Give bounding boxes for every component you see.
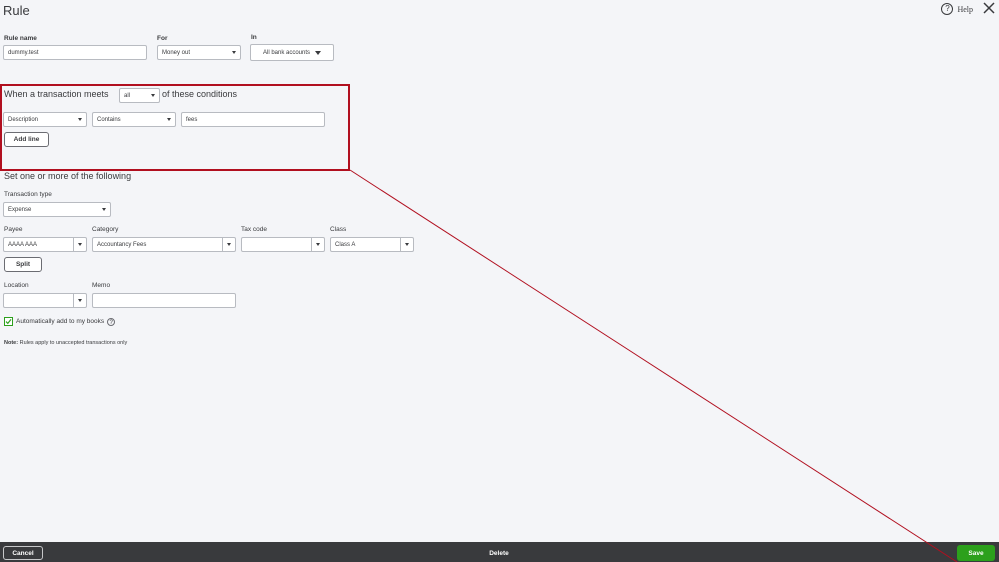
match-select[interactable]: all (119, 88, 160, 103)
in-select[interactable]: All bank accounts (250, 44, 334, 61)
condition-field-value: Description (8, 116, 39, 123)
note-text: Rules apply to unaccepted transactions o… (18, 340, 128, 346)
info-icon[interactable]: ? (107, 317, 116, 326)
for-select[interactable]: Money out (157, 45, 241, 60)
location-dropdown-button[interactable] (73, 294, 86, 307)
class-dropdown-button[interactable] (400, 238, 413, 251)
chevron-down-icon (405, 243, 409, 246)
chevron-down-icon (78, 243, 82, 246)
transaction-type-label: Transaction type (4, 191, 52, 198)
conditions-suffix: of these conditions (162, 89, 238, 99)
chevron-down-icon (227, 243, 231, 246)
rules-note: Note: Rules apply to unaccepted transact… (4, 340, 127, 346)
payee-combo[interactable]: AAAA AAA (3, 237, 87, 252)
in-value: All bank accounts (262, 49, 311, 56)
chevron-down-icon (151, 94, 155, 97)
cancel-button[interactable]: Cancel (3, 546, 43, 560)
auto-add-label: Automatically add to my books (16, 318, 105, 325)
tax-code-label: Tax code (241, 226, 268, 233)
chevron-down-icon (167, 118, 171, 121)
for-label: For (157, 35, 168, 42)
save-button[interactable]: Save (957, 545, 995, 561)
transaction-type-value: Expense (8, 206, 32, 213)
chevron-down-icon (78, 299, 82, 302)
condition-value-input[interactable]: fees (181, 112, 325, 127)
split-button[interactable]: Split (4, 257, 42, 272)
payee-dropdown-button[interactable] (73, 238, 86, 251)
page-title: Rule (3, 3, 30, 18)
help-icon: ? (941, 3, 954, 15)
conditions-prefix: When a transaction meets (4, 89, 109, 99)
chevron-down-icon (78, 118, 82, 121)
location-combo[interactable] (3, 293, 87, 308)
close-icon[interactable] (982, 1, 996, 15)
payee-label: Payee (4, 226, 23, 233)
tax-code-combo[interactable] (241, 237, 325, 252)
class-label: Class (330, 226, 347, 233)
help-link[interactable]: ? Help (941, 3, 973, 15)
memo-label: Memo (92, 282, 111, 289)
match-value: all (124, 92, 131, 99)
category-label: Category (92, 226, 119, 233)
rule-name-input[interactable]: dummy.test (3, 45, 147, 60)
help-label: Help (957, 4, 973, 14)
category-combo[interactable]: Accountancy Fees (92, 237, 236, 252)
memo-input[interactable] (92, 293, 236, 308)
auto-add-row: Automatically add to my books ? (4, 317, 116, 326)
rule-name-value: dummy.test (8, 49, 39, 56)
delete-button[interactable]: Delete (480, 546, 518, 560)
actions-title: Set one or more of the following (4, 171, 132, 181)
chevron-down-icon (102, 208, 106, 211)
for-value: Money out (162, 49, 191, 56)
class-combo[interactable]: Class A (330, 237, 414, 252)
tax-code-value (242, 238, 311, 251)
chevron-down-icon (232, 51, 236, 54)
chevron-down-icon (316, 243, 320, 246)
condition-operator-select[interactable]: Contains (92, 112, 176, 127)
rule-name-label: Rule name (4, 35, 37, 42)
class-value: Class A (335, 241, 356, 248)
auto-add-checkbox[interactable] (4, 317, 13, 326)
note-bold: Note: (4, 340, 19, 346)
in-label: In (251, 34, 257, 41)
condition-field-select[interactable]: Description (3, 112, 87, 127)
transaction-type-select[interactable]: Expense (3, 202, 111, 217)
tax-code-dropdown-button[interactable] (311, 238, 324, 251)
caret-down-icon (315, 50, 322, 55)
location-label: Location (4, 282, 29, 289)
condition-value-text: fees (186, 116, 198, 123)
location-value (4, 294, 73, 307)
checkmark-icon (5, 319, 12, 325)
payee-value: AAAA AAA (8, 241, 38, 248)
condition-operator-value: Contains (97, 116, 121, 123)
category-dropdown-button[interactable] (222, 238, 235, 251)
add-line-button[interactable]: Add line (4, 132, 49, 147)
category-value: Accountancy Fees (97, 241, 147, 248)
